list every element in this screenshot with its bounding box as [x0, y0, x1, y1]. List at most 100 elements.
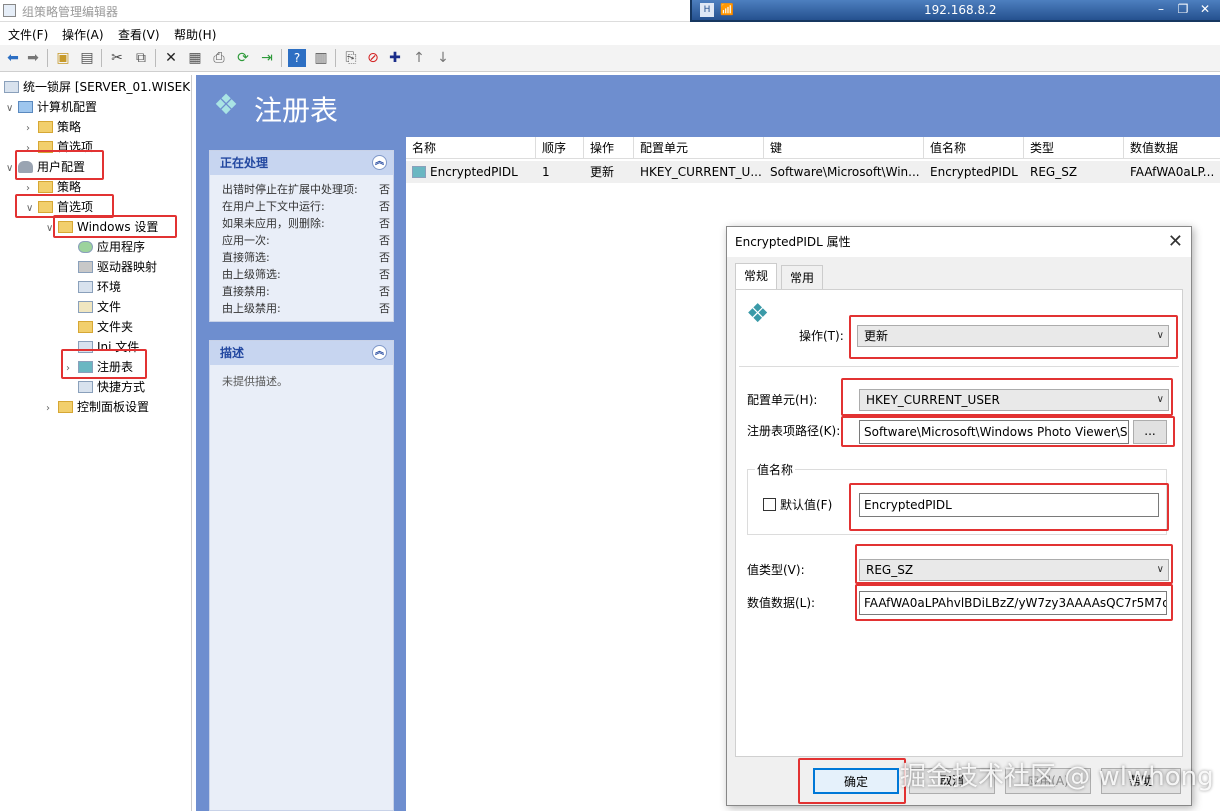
- processing-box: 正在处理 ︽ 出错时停止在扩展中处理项: 否 在用户上下文中运行: 否 如果未应用，则…: [209, 150, 394, 322]
- signal-icon: 📶: [720, 3, 734, 16]
- menu-bar: 文件(F) 操作(A) 查看(V) 帮助(H): [0, 23, 1220, 45]
- tree-control-panel[interactable]: › 控制面板设置: [46, 397, 149, 417]
- cut-icon[interactable]: ✂: [108, 49, 126, 67]
- file-icon: [78, 301, 93, 313]
- tree-root[interactable]: 统一锁屏 [SERVER_01.WISEKI: [4, 77, 191, 97]
- refresh-icon[interactable]: ⟳: [234, 49, 252, 67]
- highlight-key-path: [841, 416, 1175, 447]
- restore-icon[interactable]: ❐: [1174, 2, 1192, 16]
- dialog-close-icon[interactable]: ✕: [1168, 227, 1183, 257]
- navigation-tree: 统一锁屏 [SERVER_01.WISEKI ∨ 计算机配置 › 策略 › 首选项 ∨…: [0, 75, 192, 811]
- processing-row: 由上级禁用: 否: [222, 302, 390, 315]
- delete-icon[interactable]: ✕: [162, 49, 180, 67]
- folder-icon: [78, 321, 93, 333]
- column-header-value-name[interactable]: 值名称: [924, 137, 1024, 159]
- highlight-registry: [61, 349, 147, 379]
- forward-icon[interactable]: ➡: [24, 49, 42, 67]
- value-name-group-label: 值名称: [755, 460, 796, 480]
- toolbar: ⬅ ➡ ▣ ▤ ✂ ⧉ ✕ ▦ ⎙ ⟳ ⇥ ? ▥ ⎘ ⊘ ✚ ↑ ↓: [0, 45, 1220, 72]
- tree-environment[interactable]: 环境: [66, 277, 121, 297]
- export-icon[interactable]: ⇥: [258, 49, 276, 67]
- copy-icon[interactable]: ⧉: [132, 49, 150, 67]
- highlight-value-name: [849, 483, 1169, 531]
- highlight-ok: [798, 758, 906, 804]
- new-item-icon[interactable]: ⎘: [342, 49, 360, 67]
- processing-row: 出错时停止在扩展中处理项: 否: [222, 183, 390, 196]
- tab-general[interactable]: 常规: [735, 263, 778, 291]
- disable-icon[interactable]: ⊘: [364, 49, 382, 67]
- menu-action[interactable]: 操作(A): [62, 26, 104, 43]
- panel-title: 注册表: [254, 94, 339, 127]
- help-icon[interactable]: ?: [288, 49, 306, 67]
- info-sidebar: 正在处理 ︽ 出错时停止在扩展中处理项: 否 在用户上下文中运行: 否 如果未应用，则…: [196, 137, 406, 811]
- action-label: 操作(T):: [799, 329, 844, 343]
- properties-icon[interactable]: ▦: [186, 49, 204, 67]
- tree-applications[interactable]: 应用程序: [66, 237, 145, 257]
- panel-banner: ❖ 注册表: [196, 75, 1220, 137]
- menu-help[interactable]: 帮助(H): [174, 26, 216, 43]
- column-header-order[interactable]: 顺序: [536, 137, 584, 159]
- add-icon[interactable]: ✚: [386, 49, 404, 67]
- processing-row: 直接筛选: 否: [222, 251, 390, 264]
- tree-computer-policies[interactable]: › 策略: [26, 117, 81, 137]
- column-header-data[interactable]: 数值数据: [1124, 137, 1220, 159]
- cell-value-name: EncryptedPIDL: [924, 161, 1024, 183]
- divider: [739, 366, 1179, 367]
- back-icon[interactable]: ⬅: [4, 49, 22, 67]
- processing-row: 直接禁用: 否: [222, 285, 390, 298]
- tree-folders[interactable]: 文件夹: [66, 317, 133, 337]
- menu-view[interactable]: 查看(V): [118, 26, 160, 43]
- control-panel-icon: [58, 401, 73, 413]
- cell-type: REG_SZ: [1024, 161, 1124, 183]
- window-title: 组策略管理编辑器: [22, 5, 119, 19]
- column-header-name[interactable]: 名称: [406, 137, 536, 159]
- tab-common[interactable]: 常用: [781, 265, 824, 290]
- registry-item-icon: [412, 166, 426, 178]
- highlight-windows-settings: [53, 215, 177, 238]
- processing-row: 应用一次: 否: [222, 234, 390, 247]
- processing-row: 如果未应用，则删除: 否: [222, 217, 390, 230]
- column-header-hive[interactable]: 配置单元: [634, 137, 764, 159]
- watermark: 掘金技术社区 @ wlwhong: [900, 762, 1214, 792]
- description-header: 描述 ︽: [210, 341, 393, 365]
- description-text: 未提供描述。: [222, 375, 288, 388]
- registry-cube-icon: ❖: [746, 299, 770, 329]
- column-header-action[interactable]: 操作: [584, 137, 634, 159]
- gpo-icon: [4, 81, 19, 93]
- action-pane-icon[interactable]: ▥: [312, 49, 330, 67]
- move-down-icon[interactable]: ↓: [434, 49, 452, 67]
- cell-action: 更新: [584, 161, 634, 183]
- tree-computer-config[interactable]: ∨ 计算机配置: [6, 97, 97, 117]
- description-box: 描述 ︽ 未提供描述。: [209, 340, 394, 811]
- close-icon[interactable]: ✕: [1196, 2, 1214, 16]
- cell-data: FAAfWA0aLP...: [1124, 161, 1220, 183]
- processing-row: 由上级筛选: 否: [222, 268, 390, 281]
- drive-icon: [78, 261, 93, 273]
- dialog-title: EncryptedPIDL 属性: [735, 235, 851, 249]
- highlight-value-data: [855, 584, 1173, 621]
- dialog-titlebar: EncryptedPIDL 属性 ✕: [727, 227, 1191, 257]
- collapse-icon[interactable]: ︽: [372, 345, 387, 360]
- hive-label: 配置单元(H):: [747, 393, 818, 407]
- print-icon[interactable]: ⎙: [210, 49, 228, 67]
- pin-icon[interactable]: H: [700, 3, 714, 17]
- folder-icon: [38, 121, 53, 133]
- move-up-icon[interactable]: ↑: [410, 49, 428, 67]
- column-header-key[interactable]: 键: [764, 137, 924, 159]
- collapse-icon[interactable]: ︽: [372, 155, 387, 170]
- tree-files[interactable]: 文件: [66, 297, 121, 317]
- column-header-type[interactable]: 类型: [1024, 137, 1124, 159]
- tree-shortcuts[interactable]: 快捷方式: [66, 377, 145, 397]
- cell-name: EncryptedPIDL: [406, 161, 536, 183]
- app-window: 组策略管理编辑器 H 📶 192.168.8.2 – ❐ ✕ 文件(F) 操作(…: [0, 0, 1220, 811]
- shortcut-icon: [78, 381, 93, 393]
- show-tree-icon[interactable]: ▤: [78, 49, 96, 67]
- menu-file[interactable]: 文件(F): [8, 26, 48, 43]
- minimize-icon[interactable]: –: [1152, 2, 1170, 16]
- checkbox-icon: [763, 498, 776, 511]
- application-icon: [78, 241, 93, 253]
- value-data-label: 数值数据(L):: [747, 596, 816, 610]
- default-value-checkbox[interactable]: 默认值(F): [763, 495, 832, 515]
- tree-drive-maps[interactable]: 驱动器映射: [66, 257, 157, 277]
- up-folder-icon[interactable]: ▣: [54, 49, 72, 67]
